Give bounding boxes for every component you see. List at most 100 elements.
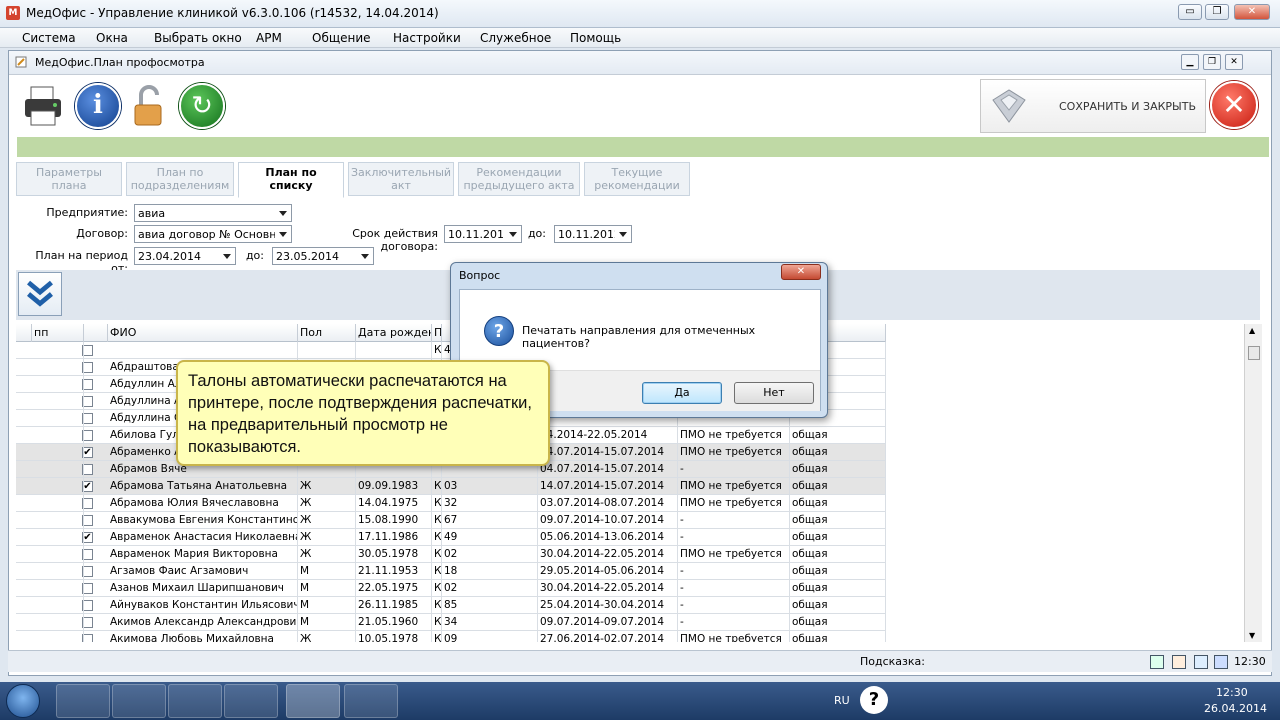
cell-fio: Авраменок Мария Викторовна xyxy=(108,546,298,563)
scroll-up-icon[interactable]: ▲ xyxy=(1249,326,1255,335)
cell-sex: Ж xyxy=(298,512,356,529)
menu-item-windows[interactable]: Окна xyxy=(96,31,128,45)
period-to-label: до: xyxy=(245,249,264,262)
no-button[interactable]: Нет xyxy=(734,382,814,404)
close-plan-icon[interactable]: ✕ xyxy=(1210,81,1258,129)
unlock-icon[interactable] xyxy=(127,83,173,129)
enterprise-select[interactable]: авиа xyxy=(134,204,292,222)
scroll-down-icon[interactable]: ▼ xyxy=(1249,631,1255,640)
scroll-thumb[interactable] xyxy=(1248,346,1260,360)
grid-scrollbar[interactable]: ▲ ▼ xyxy=(1244,324,1262,642)
cell-pp xyxy=(32,461,84,478)
close-button[interactable]: ✕ xyxy=(1234,4,1270,20)
header-pp[interactable]: пп xyxy=(32,324,84,342)
window-title: МедОфис - Управление клиникой v6.3.0.106… xyxy=(26,6,439,20)
period-to-select[interactable]: 23.05.2014 xyxy=(272,247,374,265)
list-icon[interactable] xyxy=(1150,655,1164,669)
language-indicator[interactable]: RU xyxy=(834,694,850,707)
header-p[interactable]: П xyxy=(432,324,442,342)
cell-pmo: - xyxy=(678,461,790,478)
header-fio[interactable]: ФИО xyxy=(108,324,298,342)
enterprise-label: Предприятие: xyxy=(46,206,128,219)
restore-button[interactable]: ❐ xyxy=(1205,4,1229,20)
cell-pp xyxy=(32,631,84,642)
table-row[interactable]: Акимова Любовь Михайловна Ж 10.05.1978 К 09 2… xyxy=(16,631,886,642)
cell-dob: 09.09.1983 xyxy=(356,478,432,495)
cell-period: 04.07.2014-15.07.2014 xyxy=(538,461,678,478)
cell-period: 25.04.2014-30.04.2014 xyxy=(538,597,678,614)
menu-item-communication[interactable]: Общение xyxy=(312,31,371,45)
taskbar-explorer-icon[interactable] xyxy=(112,684,166,718)
info-icon[interactable]: i xyxy=(75,83,121,129)
cell-sex: Ж xyxy=(298,631,356,642)
cell-fio: Аввакумова Евгения Константиновна xyxy=(108,512,298,529)
tab-plan-by-list[interactable]: План по списку xyxy=(238,162,344,198)
taskbar-media-icon[interactable] xyxy=(168,684,222,718)
printer-icon[interactable] xyxy=(21,83,67,129)
cell-dob: 17.11.1986 xyxy=(356,529,432,546)
menu-item-help[interactable]: Помощь xyxy=(570,31,621,45)
dialog-close-button[interactable]: ✕ xyxy=(781,264,821,280)
contract-term-from-select[interactable]: 10.11.2011 xyxy=(444,225,522,243)
cell-type: общая xyxy=(790,580,886,597)
period-from-select[interactable]: 23.04.2014 xyxy=(134,247,236,265)
menu-item-service[interactable]: Служебное xyxy=(480,31,551,45)
taskbar-ie-icon[interactable] xyxy=(56,684,110,718)
green-separator xyxy=(17,137,1269,157)
minimize-button[interactable]: ▭ xyxy=(1178,4,1202,20)
cell-p: К xyxy=(432,614,442,631)
window-titlebar: М МедОфис - Управление клиникой v6.3.0.1… xyxy=(0,0,1280,28)
save-and-close-button[interactable]: СОХРАНИТЬ И ЗАКРЫТЬ xyxy=(980,79,1206,133)
menu-item-choose-window[interactable]: Выбрать окно xyxy=(154,31,242,45)
menu-item-settings[interactable]: Настройки xyxy=(393,31,461,45)
cell-pp xyxy=(32,478,84,495)
tab-final-act[interactable]: Заключительный акт xyxy=(348,162,454,196)
table-row[interactable]: Абрамова Юлия Вячеславовна Ж 14.04.1975 К 32… xyxy=(16,495,886,512)
edit-icon[interactable] xyxy=(1172,655,1186,669)
inner-restore-button[interactable]: ❐ xyxy=(1203,54,1221,70)
cell-period: 30.04.2014-22.05.2014 xyxy=(538,546,678,563)
header-dob[interactable]: Дата рождения xyxy=(356,324,432,342)
yes-button[interactable]: Да xyxy=(642,382,722,404)
table-row[interactable]: ✔ Авраменок Анастасия Николаевна Ж 17.11.19… xyxy=(16,529,886,546)
table-row[interactable]: Аввакумова Евгения Константиновна Ж 15.08.… xyxy=(16,512,886,529)
contract-select[interactable]: авиа договор № Основной (с xyxy=(134,225,292,243)
table-row[interactable]: Агзамов Фаис Агзамович М 21.11.1953 К 18 29.0… xyxy=(16,563,886,580)
tab-plan-by-departments[interactable]: План по подразделениям xyxy=(126,162,234,196)
cell-n: 85 xyxy=(442,597,538,614)
taskbar-word-icon[interactable] xyxy=(224,684,278,718)
menu-item-system[interactable]: Система xyxy=(22,31,76,45)
menu-item-arm[interactable]: АРМ xyxy=(256,31,282,45)
table-row[interactable]: ✔ Абрамова Татьяна Анатольевна Ж 09.09.1983… xyxy=(16,478,886,495)
tab-previous-recommendations[interactable]: Рекомендации предыдущего акта xyxy=(458,162,580,196)
start-button[interactable] xyxy=(6,684,40,718)
calendar-icon[interactable] xyxy=(1194,655,1208,669)
cell-pp xyxy=(32,342,84,359)
expand-all-icon[interactable] xyxy=(18,272,62,316)
header-sex[interactable]: Пол xyxy=(298,324,356,342)
inner-close-button[interactable]: ✕ xyxy=(1225,54,1243,70)
window-icon[interactable] xyxy=(1214,655,1228,669)
inner-minimize-button[interactable]: ▁ xyxy=(1181,54,1199,70)
taskbar-medoffice-icon[interactable] xyxy=(286,684,340,718)
refresh-icon[interactable]: ↻ xyxy=(179,83,225,129)
cell-period: 09.07.2014-10.07.2014 xyxy=(538,512,678,529)
table-row[interactable]: Акимов Александр Александрович М 21.05.196… xyxy=(16,614,886,631)
contract-term-to-select[interactable]: 10.11.2012 xyxy=(554,225,632,243)
header-check[interactable] xyxy=(84,324,108,342)
cell-dob: 26.11.1985 xyxy=(356,597,432,614)
cell-type: общая xyxy=(790,546,886,563)
help-icon[interactable]: ? xyxy=(860,686,888,714)
cell-pp xyxy=(32,376,84,393)
table-row[interactable]: Авраменок Мария Викторовна Ж 30.05.1978 К 02… xyxy=(16,546,886,563)
chevron-down-icon xyxy=(219,248,235,264)
cell-fio xyxy=(108,342,298,359)
contract-term-to-label: до: xyxy=(527,227,546,240)
tab-current-recommendations[interactable]: Текущие рекомендации xyxy=(584,162,690,196)
table-row[interactable]: Азанов Михаил Шарипшанович М 22.05.1975 К 02… xyxy=(16,580,886,597)
cell-period: 05.06.2014-13.06.2014 xyxy=(538,529,678,546)
tab-plan-parameters[interactable]: Параметры плана xyxy=(16,162,122,196)
cell-sex xyxy=(298,342,356,359)
taskbar-remote-icon[interactable] xyxy=(344,684,398,718)
table-row[interactable]: Айнуваков Константин Ильясович М 26.11.198… xyxy=(16,597,886,614)
